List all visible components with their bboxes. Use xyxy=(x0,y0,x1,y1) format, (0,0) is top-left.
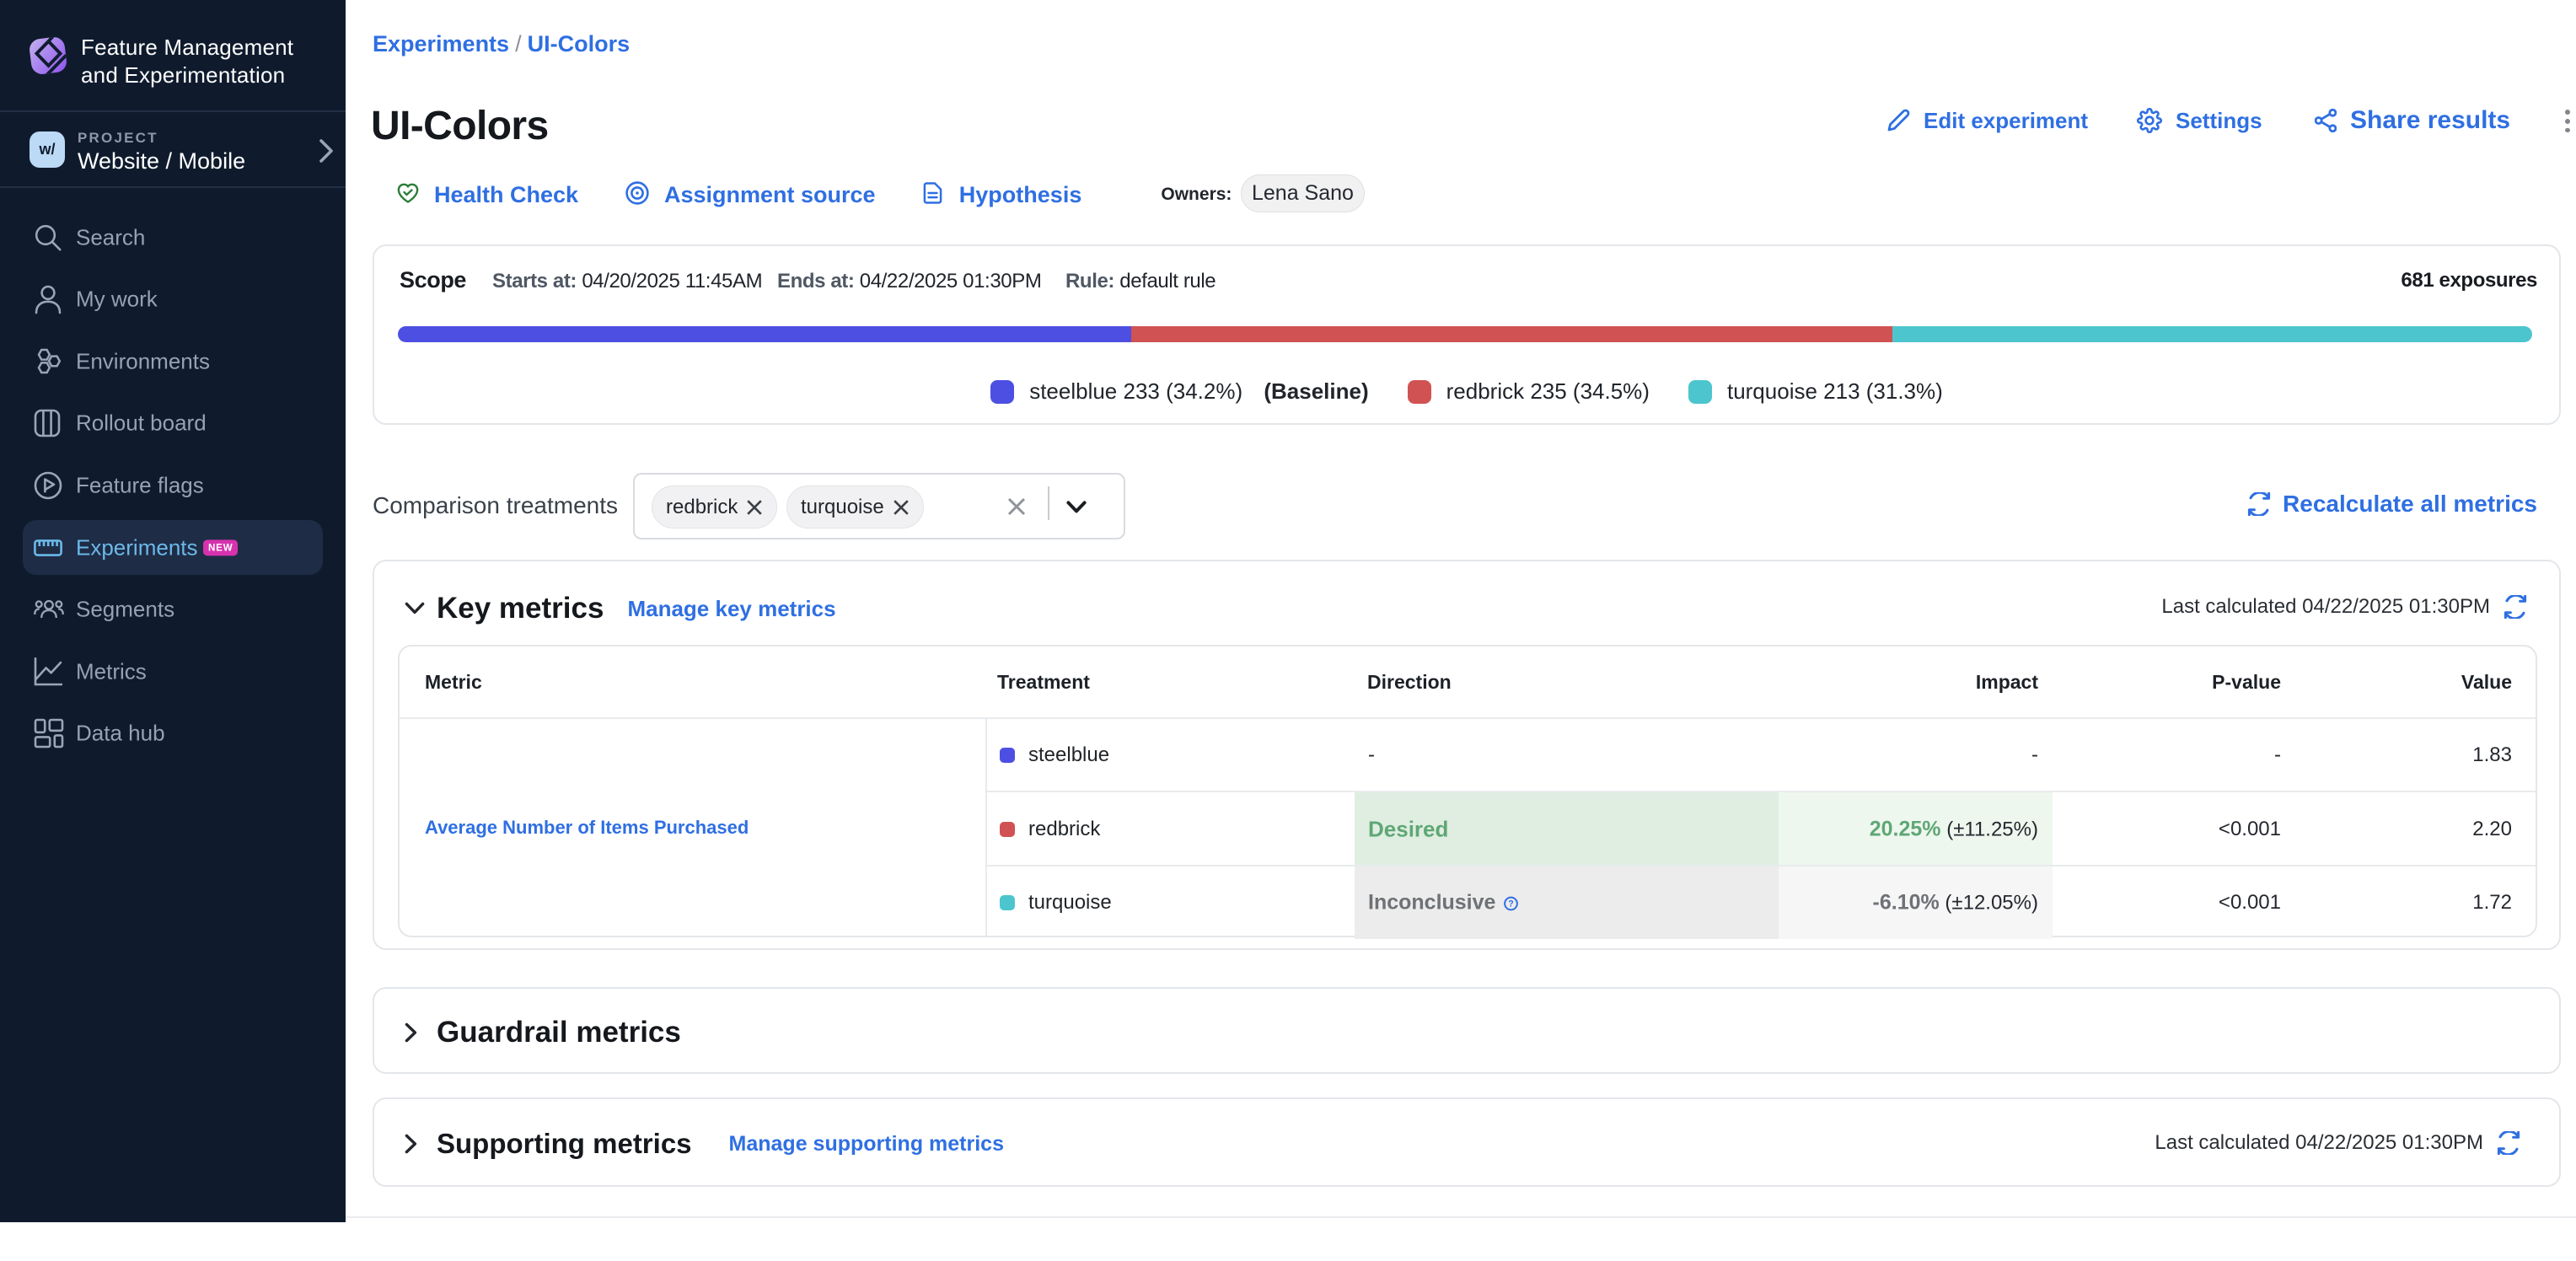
svg-text:?: ? xyxy=(1509,899,1514,909)
